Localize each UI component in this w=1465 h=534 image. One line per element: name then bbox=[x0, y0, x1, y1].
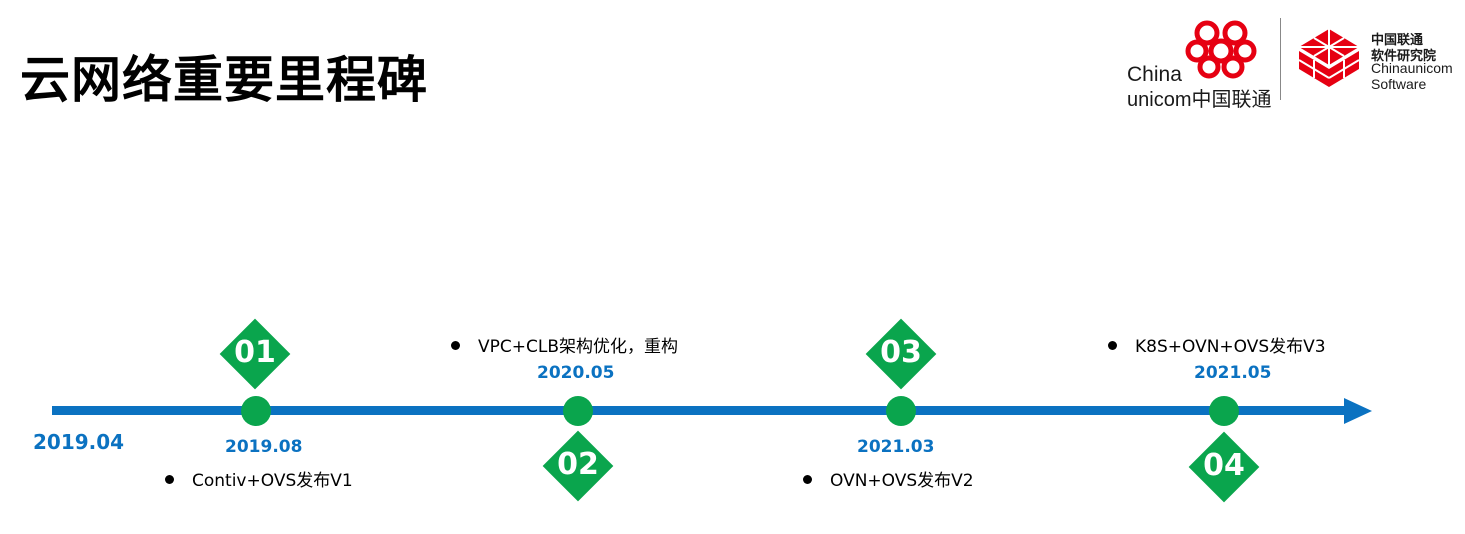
milestone-1-dot bbox=[241, 396, 271, 426]
milestone-2-number: 02 bbox=[557, 447, 599, 482]
milestone-4-dot bbox=[1209, 396, 1239, 426]
milestone-4-number: 04 bbox=[1203, 448, 1245, 483]
milestone-1-label: Contiv+OVS发布V1 bbox=[192, 471, 353, 491]
milestone-1-date: 2019.08 bbox=[225, 437, 303, 457]
milestone-2-label: VPC+CLB架构优化，重构 bbox=[478, 337, 678, 357]
milestone-1-text: Contiv+OVS发布V1 bbox=[165, 466, 353, 491]
milestone-2-dot bbox=[563, 396, 593, 426]
milestone-4-text: K8S+OVN+OVS发布V3 bbox=[1108, 332, 1326, 357]
milestone-1-number: 01 bbox=[234, 335, 276, 370]
milestone-3-number: 03 bbox=[880, 335, 922, 370]
bullet-point-icon bbox=[1108, 340, 1117, 350]
bullet-point-icon bbox=[451, 340, 460, 350]
milestone-3-text: OVN+OVS发布V2 bbox=[803, 466, 974, 491]
bullet-point-icon bbox=[165, 474, 174, 484]
timeline-start-date: 2019.04 bbox=[33, 430, 125, 454]
milestone-3-date: 2021.03 bbox=[857, 437, 935, 457]
milestone-4-date: 2021.05 bbox=[1194, 363, 1272, 383]
milestone-2-text: VPC+CLB架构优化，重构 bbox=[451, 332, 678, 357]
milestone-3-label: OVN+OVS发布V2 bbox=[830, 471, 974, 491]
milestone-3-dot bbox=[886, 396, 916, 426]
timeline-arrowhead bbox=[1344, 398, 1372, 424]
milestone-4-label: K8S+OVN+OVS发布V3 bbox=[1135, 337, 1326, 357]
milestone-2-date: 2020.05 bbox=[537, 363, 615, 383]
milestone-timeline: 2019.04 01 2019.08 Contiv+OVS发布V1 VPC+CL… bbox=[0, 0, 1465, 534]
bullet-point-icon bbox=[803, 474, 812, 484]
